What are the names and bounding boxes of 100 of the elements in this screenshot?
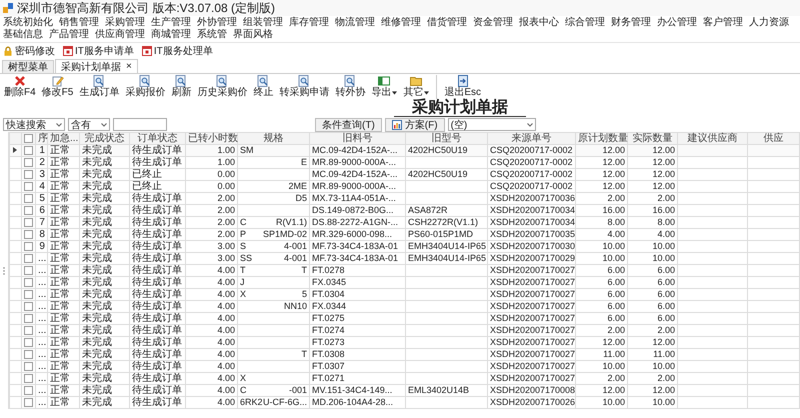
menu-item[interactable]: 财务管理 (611, 17, 651, 29)
table-cell: 未完成 (82, 229, 112, 240)
splitter-handle[interactable] (2, 266, 5, 274)
table-cell: ... (38, 289, 46, 300)
toolbar-button[interactable]: 历史采购价 (195, 75, 250, 98)
table-cell: S (240, 241, 246, 252)
table-cell: 待生成订单 (132, 349, 182, 360)
quick-link[interactable]: IT服务申请单 (63, 44, 134, 58)
table-cell: T (240, 265, 246, 276)
scheme-dropdown[interactable]: (空) (448, 118, 536, 131)
menu-item[interactable]: 客户管理 (703, 17, 743, 29)
operator-dropdown[interactable]: 含有 (68, 118, 110, 131)
menu-item[interactable]: 办公管理 (657, 17, 697, 29)
menu-item[interactable]: 生产管理 (151, 17, 191, 29)
checkbox[interactable] (24, 374, 33, 384)
tab[interactable]: 树型菜单 (2, 60, 54, 73)
checkbox[interactable] (24, 290, 33, 300)
search-field-dropdown[interactable]: 快速搜索 (3, 118, 65, 131)
menu-item[interactable]: 外协管理 (197, 17, 237, 29)
quick-link[interactable]: IT服务处理单 (142, 44, 213, 58)
menu-item[interactable]: 库存管理 (289, 17, 329, 29)
table-cell: ASA872R (408, 205, 448, 216)
toolbar-button[interactable]: 删除F4 (2, 75, 38, 98)
checkbox[interactable] (24, 194, 33, 204)
toolbar-button[interactable]: 转外协 (333, 75, 368, 98)
menu-item[interactable]: 产品管理 (49, 29, 89, 41)
toolbar-button[interactable]: 转采购申请 (277, 75, 332, 98)
toolbar-button[interactable]: 退出Esc (442, 75, 484, 98)
checkbox[interactable] (24, 398, 33, 408)
checkbox[interactable] (24, 242, 33, 252)
table-cell: 待生成订单 (132, 205, 182, 216)
table-cell: ... (38, 313, 46, 324)
table-cell: 正常 (50, 397, 70, 408)
table-cell: 2.00 (607, 325, 625, 336)
checkbox[interactable] (24, 146, 33, 156)
checkbox[interactable] (24, 266, 33, 276)
menu-item[interactable]: 人力资源 (749, 17, 789, 29)
toolbar-button[interactable]: 终止 (251, 75, 276, 98)
toolbar-button[interactable]: 刷新 (169, 75, 194, 98)
table-cell: 未完成 (82, 313, 112, 324)
menu-item[interactable]: 综合管理 (565, 17, 605, 29)
checkbox[interactable] (24, 182, 33, 192)
quick-link[interactable]: 密码修改 (3, 44, 55, 58)
checkbox[interactable] (24, 326, 33, 336)
menu-item[interactable]: 商城管理 (151, 29, 191, 41)
checkbox[interactable] (24, 230, 33, 240)
table-cell: 待生成订单 (132, 373, 182, 384)
checkbox[interactable] (24, 206, 33, 216)
checkbox[interactable] (24, 362, 33, 372)
table-cell: 已终止 (132, 181, 162, 192)
menu-item[interactable]: 基础信息 (3, 29, 43, 41)
toolbar-button[interactable]: 采购报价 (123, 75, 168, 98)
folder-icon (410, 75, 422, 87)
table-cell: XSDH202007170034 (490, 205, 576, 216)
checkbox[interactable] (24, 350, 33, 360)
table-cell: X (240, 373, 246, 384)
table-cell: XSDH202007170035 (490, 229, 576, 240)
table-cell: ... (38, 373, 46, 384)
table-cell: 正常 (50, 145, 70, 156)
toolbar-button[interactable]: 生成订单 (77, 75, 122, 98)
menu-item[interactable]: 物流管理 (335, 17, 375, 29)
checkbox[interactable] (24, 254, 33, 264)
menu-item[interactable]: 界面风格 (233, 29, 273, 41)
search-input[interactable] (113, 118, 167, 131)
menu-item[interactable]: 组装管理 (243, 17, 283, 29)
table-cell: 6.00 (607, 289, 625, 300)
checkbox[interactable] (24, 302, 33, 312)
condition-query-button[interactable]: 条件查询(T) (315, 118, 382, 132)
tab[interactable]: 采购计划单据 × (55, 59, 138, 73)
table-cell: 2 (39, 157, 45, 168)
menu-item[interactable]: 采购管理 (105, 17, 145, 29)
toolbar-button[interactable]: 导出 (369, 75, 400, 98)
pencil-icon (52, 75, 64, 87)
table-cell: 4.00 (217, 313, 235, 324)
chart-icon (392, 120, 402, 130)
checkbox[interactable] (24, 278, 33, 288)
checkbox[interactable] (24, 158, 33, 168)
menu-item[interactable]: 销售管理 (59, 17, 99, 29)
checkbox[interactable] (24, 134, 33, 143)
checkbox[interactable] (24, 338, 33, 348)
table-cell: 4.00 (217, 361, 235, 372)
table-cell: X (240, 289, 246, 300)
checkbox[interactable] (24, 386, 33, 396)
table-cell: J (240, 277, 244, 288)
checkbox[interactable] (24, 170, 33, 180)
toolbar-button[interactable]: 修改F5 (40, 75, 76, 98)
menu-item[interactable]: 资金管理 (473, 17, 513, 29)
menu-item[interactable]: 系统初始化 (3, 17, 53, 29)
scheme-button[interactable]: 方案(F) (384, 118, 445, 132)
menu-item[interactable]: 报表中心 (519, 17, 559, 29)
menu-item[interactable]: 维修管理 (381, 17, 421, 29)
menu-item[interactable]: 借货管理 (427, 17, 467, 29)
toolbar-button[interactable]: 其它 (401, 75, 432, 98)
table-cell: XSDH202007170026 (490, 397, 576, 408)
checkbox[interactable] (24, 218, 33, 228)
close-icon[interactable]: × (126, 61, 132, 72)
menu-item[interactable]: 系统管 (197, 29, 227, 41)
checkbox[interactable] (24, 314, 33, 324)
table-cell: 12.00 (652, 169, 675, 180)
menu-item[interactable]: 供应商管理 (95, 29, 145, 41)
